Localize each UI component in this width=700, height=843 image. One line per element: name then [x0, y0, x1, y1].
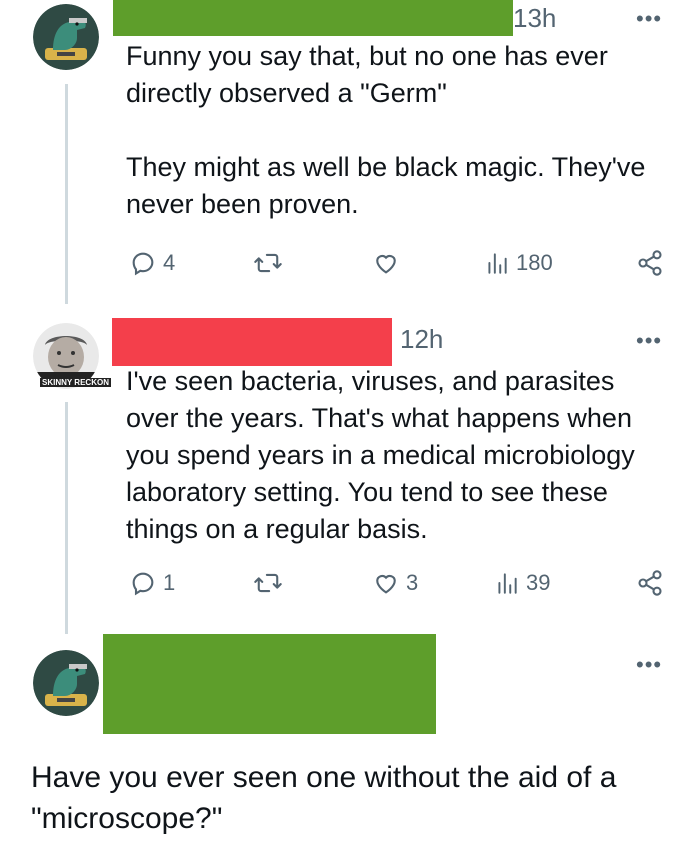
heart-icon	[376, 574, 396, 594]
views-icon	[498, 573, 517, 594]
tweet-time: 13h	[513, 3, 557, 33]
reply-count: 1	[163, 570, 176, 595]
reply-text: Have you ever seen one without the aid o…	[31, 761, 617, 835]
more-options-icon[interactable]: •••	[636, 330, 662, 352]
avatar-caption: SKINNY RECKON	[40, 378, 111, 387]
tweet-paragraph: Funny you say that, but no one has ever …	[126, 41, 608, 108]
more-options-icon[interactable]: •••	[636, 8, 662, 30]
dino-avatar-icon	[33, 650, 99, 716]
tweet-paragraph: I've seen bacteria, viruses, and parasit…	[126, 366, 635, 544]
retweet-icon	[254, 253, 282, 273]
tweet-paragraph: They might as well be black magic. They'…	[126, 152, 646, 219]
more-options-icon[interactable]: •••	[636, 654, 662, 676]
views-count: 180	[516, 250, 553, 275]
redacted-username	[112, 318, 392, 366]
redacted-username	[103, 634, 436, 734]
retweet-button[interactable]	[253, 249, 283, 277]
views-count: 39	[526, 570, 551, 595]
retweet-icon	[254, 573, 282, 593]
heart-icon	[376, 254, 396, 274]
views-icon	[488, 253, 507, 274]
views-button[interactable]: 39	[494, 569, 550, 597]
redacted-username	[113, 0, 513, 36]
tweet-time: 12h	[400, 324, 444, 354]
avatar-dino[interactable]	[33, 4, 99, 70]
tweet-text: Funny you say that, but no one has ever …	[126, 38, 686, 223]
reply-icon	[132, 252, 154, 276]
share-icon	[638, 250, 662, 276]
share-button[interactable]	[636, 249, 664, 277]
share-icon	[638, 570, 662, 596]
thread-line	[65, 84, 68, 304]
reply-button[interactable]: 4	[129, 249, 175, 277]
thread-line	[65, 402, 68, 634]
tweet-text: I've seen bacteria, viruses, and parasit…	[126, 363, 666, 548]
avatar-dino[interactable]	[33, 650, 99, 716]
retweet-button[interactable]	[253, 569, 283, 597]
reply-button[interactable]: 1	[129, 569, 175, 597]
reply-count: 4	[163, 250, 176, 275]
like-button[interactable]	[372, 249, 400, 277]
like-button[interactable]: 3	[372, 569, 418, 597]
dino-avatar-icon	[33, 4, 99, 70]
reply-icon	[132, 572, 154, 596]
views-button[interactable]: 180	[484, 249, 553, 277]
share-button[interactable]	[636, 569, 664, 597]
like-count: 3	[406, 570, 419, 595]
